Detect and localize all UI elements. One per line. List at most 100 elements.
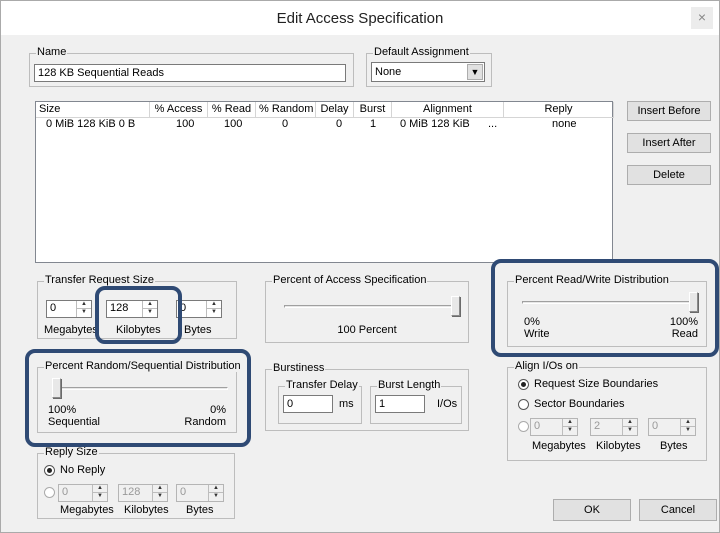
percent-access-label: Percent of Access Specification	[272, 274, 428, 286]
cell-read: 100	[224, 118, 243, 130]
close-icon[interactable]: ×	[691, 7, 713, 29]
chevron-down-icon[interactable]: ▼	[467, 64, 483, 80]
reply-kilobytes-stepper[interactable]: 128 ▲ ▼	[118, 484, 168, 502]
transfer-mb-label: Megabytes	[44, 324, 98, 336]
title-bar: Edit Access Specification ×	[1, 1, 719, 35]
delete-button[interactable]: Delete	[627, 165, 711, 185]
insert-before-button[interactable]: Insert Before	[627, 101, 711, 121]
spin-down-icon[interactable]: ▼	[623, 427, 637, 434]
align-bytes-label: Bytes	[660, 440, 688, 452]
no-reply-label[interactable]: No Reply	[60, 464, 105, 476]
spin-down-icon[interactable]: ▼	[207, 309, 221, 316]
col-header-read[interactable]: % Read	[208, 102, 256, 118]
col-header-random[interactable]: % Random	[256, 102, 316, 118]
burst-length-unit: I/Os	[437, 398, 458, 410]
random-sequential-highlight	[25, 349, 251, 447]
cell-delay: 0	[336, 118, 343, 130]
kilobytes-highlight	[95, 286, 182, 344]
align-bytes-value: 0	[652, 420, 659, 432]
percent-access-slider-thumb[interactable]	[451, 296, 460, 316]
reply-bytes-label: Bytes	[186, 504, 214, 516]
transfer-delay-unit: ms	[339, 398, 354, 410]
align-ios-group: Align I/Os on Request Size Boundaries Se…	[507, 360, 707, 461]
spin-down-icon[interactable]: ▼	[93, 493, 107, 500]
spin-up-icon[interactable]: ▲	[623, 419, 637, 427]
col-header-reply[interactable]: Reply	[504, 102, 614, 118]
align-kilobytes-stepper[interactable]: 2 ▲ ▼	[590, 418, 638, 436]
percent-access-group: Percent of Access Specification 100 Perc…	[265, 274, 469, 343]
dialog-title: Edit Access Specification	[276, 10, 444, 27]
transfer-delay-input[interactable]: 0	[283, 395, 333, 413]
cell-burst: 1	[370, 118, 377, 130]
reply-size-group: Reply Size No Reply 0 ▲ ▼ 128 ▲ ▼ 0 ▲ ▼ Meg…	[37, 446, 235, 519]
access-spec-table[interactable]: Size % Access % Read % Random Delay Burs…	[35, 101, 614, 263]
col-header-burst[interactable]: Burst	[354, 102, 392, 118]
align-bytes-stepper[interactable]: 0 ▲ ▼	[648, 418, 696, 436]
spin-up-icon[interactable]: ▲	[207, 301, 221, 309]
cell-random: 0	[282, 118, 289, 130]
align-sector-radio[interactable]	[518, 399, 529, 410]
cell-reply: none	[552, 118, 577, 130]
read-write-highlight	[491, 259, 719, 357]
col-header-delay[interactable]: Delay	[316, 102, 354, 118]
align-megabytes-stepper[interactable]: 0 ▲ ▼	[530, 418, 578, 436]
col-header-size[interactable]: Size	[36, 102, 150, 118]
default-assignment-label: Default Assignment	[373, 46, 470, 58]
burst-length-group: Burst Length 1 I/Os	[370, 379, 462, 424]
reply-megabytes-value: 0	[62, 486, 69, 498]
transfer-bytes-stepper[interactable]: 0 ▲ ▼	[176, 300, 222, 318]
spin-up-icon[interactable]: ▲	[77, 301, 91, 309]
name-group-label: Name	[36, 46, 68, 58]
transfer-delay-label: Transfer Delay	[285, 379, 359, 391]
name-input[interactable]: 128 KB Sequential Reads	[34, 64, 346, 82]
spin-down-icon[interactable]: ▼	[681, 427, 695, 434]
reply-kilobytes-value: 128	[122, 486, 141, 498]
reply-size-label: Reply Size	[44, 446, 99, 458]
align-request-size-label[interactable]: Request Size Boundaries	[534, 378, 658, 390]
spin-down-icon[interactable]: ▼	[209, 493, 223, 500]
cell-alignment: 0 MiB 128 KiB	[400, 118, 470, 130]
align-mb-label: Megabytes	[532, 440, 586, 452]
no-reply-radio[interactable]	[44, 465, 55, 476]
spin-up-icon[interactable]: ▲	[93, 485, 107, 493]
reply-custom-radio[interactable]	[44, 487, 55, 498]
percent-access-slider[interactable]	[284, 305, 460, 308]
reply-bytes-stepper[interactable]: 0 ▲ ▼	[176, 484, 224, 502]
percent-access-value: 100 Percent	[337, 324, 397, 336]
cancel-button[interactable]: Cancel	[639, 499, 717, 521]
spin-up-icon[interactable]: ▲	[153, 485, 167, 493]
cell-size: 0 MiB 128 KiB 0 B	[46, 118, 136, 130]
spin-up-icon[interactable]: ▲	[209, 485, 223, 493]
col-header-access[interactable]: % Access	[150, 102, 208, 118]
default-assignment-value: None	[375, 66, 402, 78]
spin-up-icon[interactable]: ▲	[681, 419, 695, 427]
align-megabytes-value: 0	[534, 420, 541, 432]
align-custom-radio[interactable]	[518, 421, 529, 432]
burst-length-input[interactable]: 1	[375, 395, 425, 413]
align-request-size-radio[interactable]	[518, 379, 529, 390]
reply-bytes-value: 0	[180, 486, 187, 498]
align-kb-label: Kilobytes	[596, 440, 641, 452]
transfer-megabytes-stepper[interactable]: 0 ▲ ▼	[46, 300, 92, 318]
cell-access: 100	[176, 118, 195, 130]
name-group: Name 128 KB Sequential Reads	[29, 46, 354, 87]
align-kilobytes-value: 2	[594, 420, 601, 432]
burstiness-group: Burstiness Transfer Delay 0 ms Burst Len…	[265, 362, 469, 431]
reply-mb-label: Megabytes	[60, 504, 114, 516]
col-header-alignment[interactable]: Alignment	[392, 102, 504, 118]
ok-button[interactable]: OK	[553, 499, 631, 521]
default-assignment-select[interactable]: None ▼	[371, 62, 485, 82]
insert-after-button[interactable]: Insert After	[627, 133, 711, 153]
burstiness-label: Burstiness	[272, 362, 326, 374]
transfer-megabytes-value: 0	[50, 302, 57, 314]
transfer-delay-group: Transfer Delay 0 ms	[278, 379, 362, 424]
transfer-size-label: Transfer Request Size	[44, 274, 156, 286]
edit-access-dialog: Edit Access Specification × Name 128 KB …	[0, 0, 720, 533]
align-sector-label[interactable]: Sector Boundaries	[534, 398, 625, 410]
align-ios-label: Align I/Os on	[514, 360, 579, 372]
reply-megabytes-stepper[interactable]: 0 ▲ ▼	[58, 484, 108, 502]
spin-down-icon[interactable]: ▼	[563, 427, 577, 434]
spin-down-icon[interactable]: ▼	[77, 309, 91, 316]
spin-up-icon[interactable]: ▲	[563, 419, 577, 427]
spin-down-icon[interactable]: ▼	[153, 493, 167, 500]
